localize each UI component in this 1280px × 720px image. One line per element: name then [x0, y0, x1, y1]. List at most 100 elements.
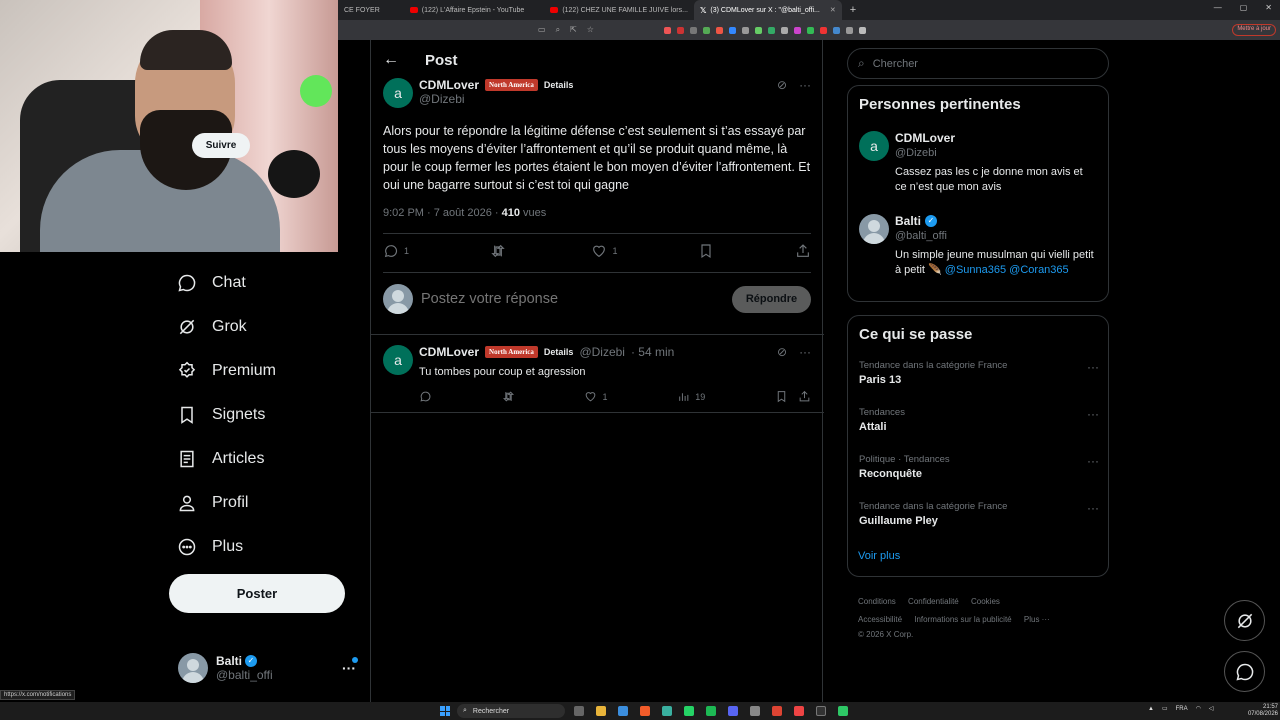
- close-window-icon[interactable]: ✕: [1265, 3, 1272, 12]
- avatar[interactable]: a: [383, 78, 413, 108]
- reply-input[interactable]: [421, 291, 724, 307]
- discord-icon[interactable]: [728, 706, 738, 716]
- extension-icon[interactable]: [663, 26, 671, 34]
- browser-tab[interactable]: (122) L'Affaire Epstein - YouTube: [404, 0, 531, 20]
- avatar[interactable]: a: [383, 345, 413, 375]
- whatsapp-icon[interactable]: [684, 706, 694, 716]
- update-browser-button[interactable]: Mettre à jour: [1232, 24, 1276, 36]
- share-icon[interactable]: ⇱: [570, 25, 577, 35]
- messages-fab-button[interactable]: [1224, 651, 1265, 692]
- extension-icon[interactable]: [806, 26, 814, 34]
- post-button[interactable]: Poster: [169, 574, 345, 613]
- minimize-icon[interactable]: —: [1214, 3, 1222, 12]
- taskbar-search[interactable]: ⌕ Rechercher: [457, 704, 565, 718]
- search-input[interactable]: [872, 57, 1073, 70]
- person-name[interactable]: Balti: [895, 214, 921, 228]
- store-icon[interactable]: [618, 706, 628, 716]
- more-icon[interactable]: ···: [799, 345, 811, 359]
- details-label[interactable]: Details: [544, 347, 574, 357]
- trend-item[interactable]: Tendance dans la catégorie France Paris …: [859, 360, 1099, 386]
- post-timestamp[interactable]: 9:02 PM · 7 août 2026 ·: [383, 207, 502, 219]
- person-name[interactable]: CDMLover: [895, 131, 955, 145]
- more-icon[interactable]: ···: [799, 78, 811, 92]
- grok-icon[interactable]: ⊘: [777, 345, 787, 359]
- new-tab-icon[interactable]: +: [842, 4, 864, 16]
- browser-tab[interactable]: CE FOYER: [338, 0, 386, 20]
- reply-submit-button[interactable]: Répondre: [732, 285, 811, 313]
- person-handle[interactable]: @Dizebi: [895, 147, 937, 159]
- app-icon[interactable]: [750, 706, 760, 716]
- grok-icon[interactable]: ⊘: [777, 78, 787, 92]
- more-icon[interactable]: ···: [1087, 501, 1099, 515]
- details-label[interactable]: Details: [544, 80, 574, 90]
- maximize-icon[interactable]: ▢: [1240, 3, 1248, 12]
- trend-item[interactable]: Politique · Tendances Reconquête ···: [859, 454, 1099, 480]
- close-icon[interactable]: ✕: [830, 6, 836, 14]
- extension-icon[interactable]: [767, 26, 775, 34]
- share-icon[interactable]: [798, 390, 811, 403]
- search-bar[interactable]: ⌕: [847, 48, 1109, 79]
- browser-tab-active[interactable]: 𝕏 (3) CDMLover sur X : "@balti_offi... ✕: [693, 0, 842, 20]
- footer-link[interactable]: Accessibilité: [858, 615, 902, 624]
- avatar[interactable]: [859, 214, 889, 244]
- extension-icon[interactable]: [780, 26, 788, 34]
- extension-icon[interactable]: [754, 26, 762, 34]
- terminal-icon[interactable]: [816, 706, 826, 716]
- trend-item[interactable]: Tendances Attali ···: [859, 407, 1099, 433]
- mention-link[interactable]: @Sunna365: [945, 264, 1006, 276]
- sidebar-item-articles[interactable]: Articles: [176, 439, 264, 479]
- follow-button[interactable]: Suivre: [192, 133, 250, 158]
- footer-link[interactable]: Confidentialité: [908, 597, 959, 606]
- extension-icon[interactable]: [702, 26, 710, 34]
- extension-icon[interactable]: [832, 26, 840, 34]
- reply-button[interactable]: 1: [383, 243, 409, 259]
- views-button[interactable]: 19: [677, 390, 705, 403]
- tray-chevron-icon[interactable]: ▲: [1148, 706, 1154, 712]
- sidebar-item-premium[interactable]: Premium: [176, 351, 276, 391]
- extension-icon[interactable]: [676, 26, 684, 34]
- author-handle[interactable]: @Dizebi: [579, 345, 625, 359]
- extension-icon[interactable]: [728, 26, 736, 34]
- sidebar-item-grok[interactable]: Grok: [176, 307, 247, 347]
- back-arrow-icon[interactable]: ←: [383, 51, 403, 69]
- like-button[interactable]: 1: [591, 243, 618, 259]
- spotify-icon[interactable]: [706, 706, 716, 716]
- repost-button[interactable]: [502, 390, 515, 403]
- footer-link[interactable]: Plus ···: [1024, 615, 1050, 624]
- bookmark-star-icon[interactable]: ☆: [587, 25, 594, 35]
- bookmark-icon[interactable]: [775, 390, 788, 403]
- browser-tab[interactable]: (122) CHEZ UNE FAMILLE JUIVE lors...: [544, 0, 694, 20]
- post-author[interactable]: a CDMLover North America Details @Dizebi: [383, 78, 573, 108]
- chrome-icon[interactable]: [794, 706, 804, 716]
- footer-link[interactable]: Informations sur la publicité: [914, 615, 1011, 624]
- extension-icon[interactable]: [793, 26, 801, 34]
- windows-start-icon[interactable]: [440, 706, 450, 716]
- extension-icon[interactable]: [689, 26, 697, 34]
- avatar[interactable]: a: [859, 131, 889, 161]
- app-icon[interactable]: [838, 706, 848, 716]
- reply-button[interactable]: [419, 390, 432, 403]
- network-icon[interactable]: ▭: [1162, 705, 1168, 712]
- sidebar-item-chat[interactable]: Chat: [176, 263, 246, 303]
- mention-link[interactable]: @Coran365: [1009, 264, 1068, 276]
- show-more-link[interactable]: Voir plus: [858, 550, 900, 562]
- author-handle[interactable]: @Dizebi: [419, 92, 573, 106]
- task-view-icon[interactable]: [574, 706, 584, 716]
- account-switcher[interactable]: Balti ✓ @balti_offi: [178, 650, 358, 686]
- share-button[interactable]: [795, 243, 811, 259]
- extension-icon[interactable]: [845, 26, 853, 34]
- extension-icon[interactable]: [819, 26, 827, 34]
- footer-link[interactable]: Cookies: [971, 597, 1000, 606]
- footer-link[interactable]: Conditions: [858, 597, 896, 606]
- more-icon[interactable]: ···: [1087, 454, 1099, 468]
- bookmark-button[interactable]: [698, 243, 714, 259]
- trend-item[interactable]: Tendance dans la catégorie France Guilla…: [859, 501, 1099, 527]
- clock[interactable]: 21:57 07/08/2026: [1246, 704, 1278, 718]
- more-icon[interactable]: ···: [1087, 407, 1099, 421]
- app-icon[interactable]: [662, 706, 672, 716]
- author-name[interactable]: CDMLover: [419, 78, 479, 92]
- zoom-icon[interactable]: ⌕: [556, 25, 560, 35]
- more-icon[interactable]: ···: [1087, 360, 1099, 374]
- extension-icon[interactable]: [741, 26, 749, 34]
- wifi-icon[interactable]: ◠: [1196, 705, 1201, 712]
